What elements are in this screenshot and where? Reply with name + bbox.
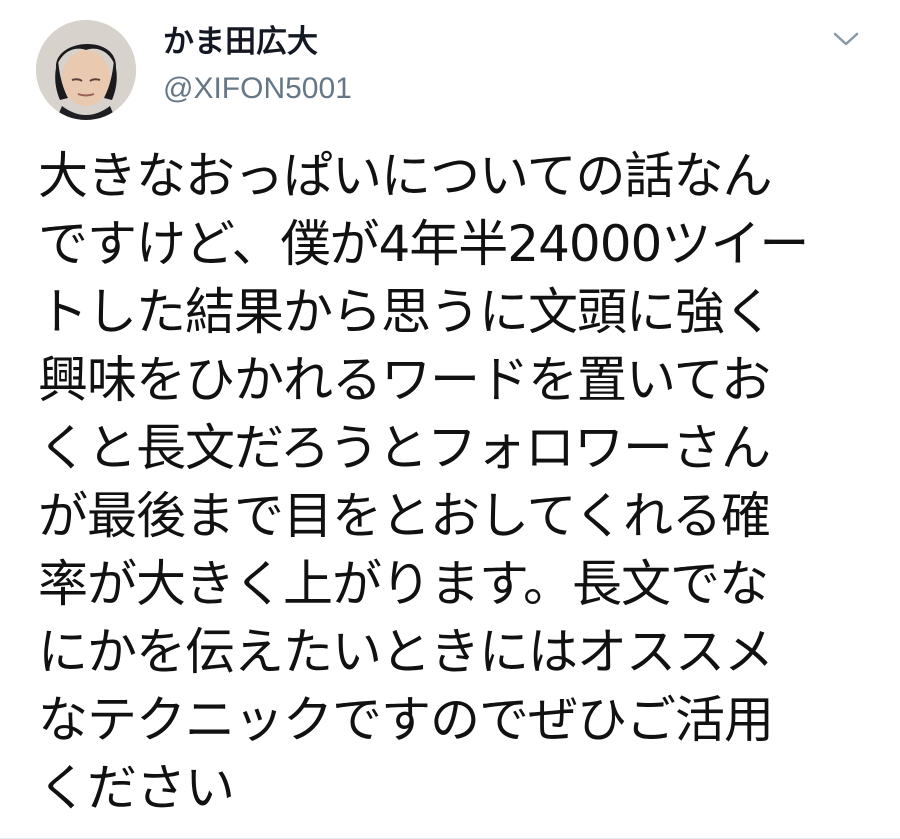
- tweet-text-line: 率が大きく上がります。長文でな: [38, 555, 769, 613]
- tweet-text-line: くと長文だろうとフォロワーさん: [38, 419, 771, 477]
- chevron-down-icon: [833, 32, 859, 46]
- author-handle[interactable]: @XIFON5001: [163, 72, 352, 106]
- tweet-text: 大きなおっぱいについての話なん ですけど、僕が4年半24000ツイー トした結果…: [38, 142, 838, 822]
- tweet-text-line: ですけど、僕が4年半24000ツイー: [38, 215, 809, 273]
- tweet-text-line: なテクニックですのでぜひご活用: [38, 691, 774, 749]
- tweet-text-line: トした結果から思うに文頭に強く: [38, 283, 774, 341]
- tweet-menu-button[interactable]: [826, 22, 866, 56]
- tweet-text-line: にかを伝えたいときにはオススメ: [38, 623, 774, 681]
- author-display-name[interactable]: かま田広大: [163, 24, 318, 60]
- tweet-text-line: 大きなおっぱいについての話なん: [38, 147, 773, 205]
- tweet-text-line: ください: [38, 759, 235, 817]
- tweet-text-line: 興味をひかれるワードを置いてお: [38, 351, 771, 409]
- user-avatar[interactable]: [36, 20, 136, 120]
- tweet-card: かま田広大 @XIFON5001 大きなおっぱいについての話なん ですけど、僕が…: [0, 0, 900, 839]
- avatar-photo-icon: [36, 20, 136, 120]
- tweet-text-line: が最後まで目をとおしてくれる確: [38, 487, 771, 545]
